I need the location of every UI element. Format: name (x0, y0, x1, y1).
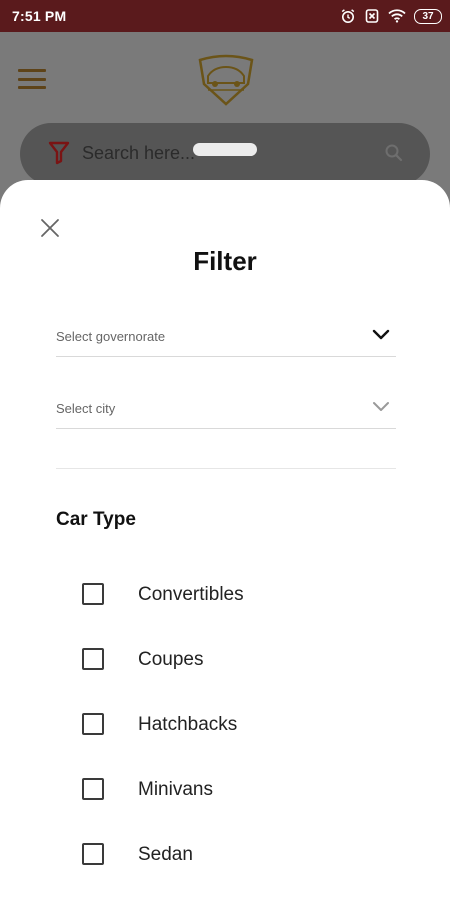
search-highlight (193, 143, 257, 156)
status-icons: 37 (340, 7, 442, 25)
checkbox-icon[interactable] (82, 778, 104, 800)
checkbox-icon[interactable] (82, 843, 104, 865)
governorate-select[interactable]: Select governorate (56, 317, 396, 357)
checkbox-coupes[interactable]: Coupes (80, 641, 380, 681)
divider (56, 468, 396, 469)
filter-icon[interactable] (48, 141, 70, 170)
car-type-heading: Car Type (56, 509, 136, 530)
status-time: 7:51 PM (12, 8, 67, 24)
app-header (0, 32, 450, 127)
close-button[interactable] (38, 218, 62, 242)
alarm-icon (340, 8, 356, 24)
checkbox-hatchbacks[interactable]: Hatchbacks (80, 706, 380, 746)
chevron-down-icon (372, 399, 390, 417)
sim-off-icon (364, 8, 380, 24)
close-icon (40, 218, 60, 243)
checkbox-icon[interactable] (82, 583, 104, 605)
logo (194, 50, 258, 110)
chevron-down-icon (372, 327, 390, 345)
city-select[interactable]: Select city (56, 389, 396, 429)
option-label: Hatchbacks (138, 714, 238, 735)
battery-icon: 37 (414, 8, 442, 24)
checkbox-minivans[interactable]: Minivans (80, 771, 380, 811)
checkbox-icon[interactable] (82, 713, 104, 735)
checkbox-sedan[interactable]: Sedan (80, 836, 380, 876)
search-placeholder: Search here... (82, 143, 196, 163)
city-placeholder: Select city (56, 401, 116, 416)
search-icon[interactable] (384, 143, 404, 168)
option-label: Convertibles (138, 584, 244, 605)
sheet-title: Filter (193, 246, 257, 276)
option-label: Minivans (138, 779, 213, 800)
option-label: Sedan (138, 844, 193, 865)
checkbox-icon[interactable] (82, 648, 104, 670)
wifi-icon (388, 9, 406, 23)
option-label: Coupes (138, 649, 204, 670)
search-bar[interactable]: Search here... (20, 123, 430, 185)
checkbox-convertibles[interactable]: Convertibles (80, 576, 380, 616)
filter-sheet: Filter Select governorate Select city Ca… (0, 180, 450, 900)
status-bar: 7:51 PM 37 (0, 0, 450, 32)
menu-icon[interactable] (18, 69, 46, 89)
governorate-placeholder: Select governorate (56, 329, 166, 344)
